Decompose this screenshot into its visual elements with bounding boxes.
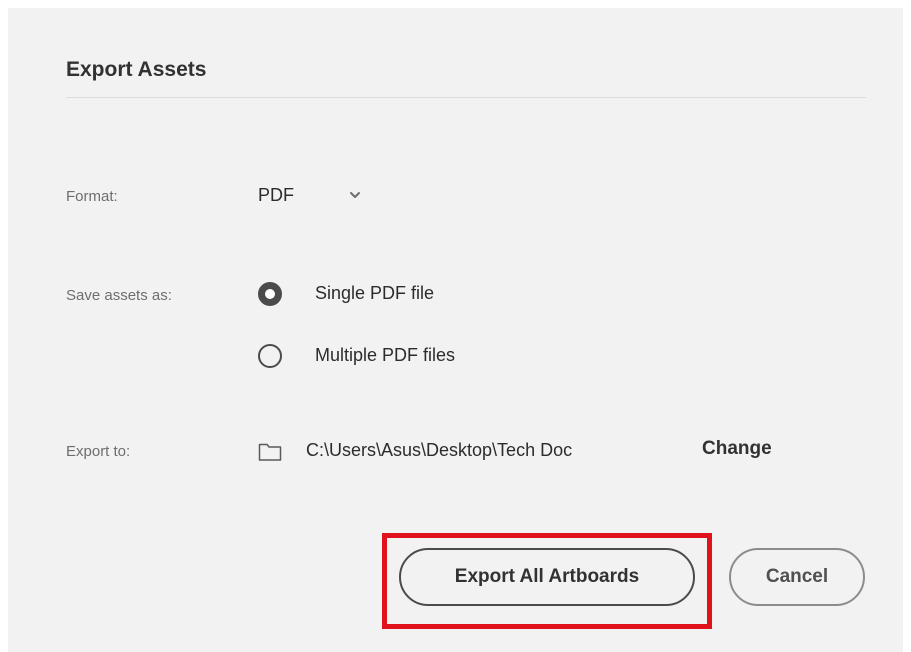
- change-location-link[interactable]: Change: [702, 438, 772, 460]
- dialog-title: Export Assets: [66, 58, 207, 81]
- chevron-down-icon[interactable]: [348, 188, 362, 202]
- title-divider: [66, 97, 866, 98]
- export-all-artboards-button[interactable]: Export All Artboards: [399, 548, 695, 606]
- option-multiple-pdf-label[interactable]: Multiple PDF files: [315, 345, 455, 366]
- radio-single-pdf[interactable]: [258, 282, 282, 306]
- radio-multiple-pdf[interactable]: [258, 344, 282, 368]
- export-to-label: Export to:: [66, 443, 131, 460]
- folder-icon: [258, 443, 282, 461]
- cancel-button[interactable]: Cancel: [729, 548, 865, 606]
- export-assets-dialog: Export Assets Format: PDF Save assets as…: [8, 8, 903, 652]
- save-assets-label: Save assets as:: [66, 287, 172, 304]
- export-path: C:\Users\Asus\Desktop\Tech Doc: [306, 440, 573, 460]
- format-label: Format:: [66, 188, 118, 205]
- format-select[interactable]: PDF: [258, 185, 294, 206]
- option-single-pdf-label[interactable]: Single PDF file: [315, 283, 434, 304]
